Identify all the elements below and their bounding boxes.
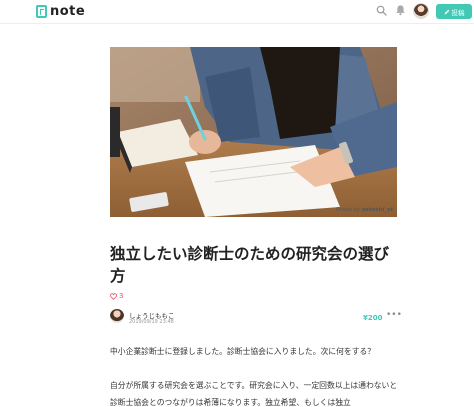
photo-credit: Photo by satoshi_st	[336, 207, 393, 213]
article-title: 独立したい診断士のための研究会の選び方	[110, 245, 390, 285]
author-avatar[interactable]	[110, 309, 124, 323]
post-button-label: 投稿	[451, 8, 465, 17]
article-paragraph-1: 中小企業診断士に登録しました。診断士協会に入りました。次に何をする？	[110, 347, 376, 356]
price-label: ¥200	[363, 314, 383, 322]
bell-icon[interactable]	[395, 4, 406, 16]
logo-text: note	[50, 4, 86, 19]
post-date: 2019/09/19 23:48	[129, 319, 174, 325]
credit-author[interactable]: satoshi_st	[362, 207, 393, 213]
note-logo-icon	[36, 5, 47, 18]
hero-photo	[110, 47, 397, 217]
hero-image: Photo by satoshi_st	[110, 47, 397, 217]
post-button[interactable]: 投稿	[436, 4, 472, 19]
heart-icon	[110, 292, 117, 300]
credit-prefix: Photo by	[335, 207, 362, 213]
like-button[interactable]: 3	[110, 292, 123, 300]
pencil-icon	[444, 9, 449, 14]
top-header: note 投稿	[0, 0, 474, 24]
more-menu-icon[interactable]: •••	[386, 311, 402, 320]
user-avatar[interactable]	[413, 3, 429, 19]
article-paragraph-2: 自分が所属する研究会を選ぶことです。研究会に入り、一定回数以上は通わないと診断士…	[110, 381, 398, 407]
search-icon[interactable]	[376, 5, 387, 16]
note-logo[interactable]: note	[36, 4, 85, 19]
like-count: 3	[119, 292, 124, 300]
